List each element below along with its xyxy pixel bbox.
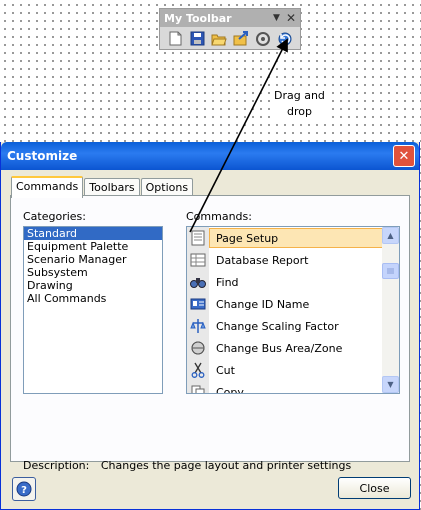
- close-icon[interactable]: ✕: [393, 145, 415, 167]
- category-item[interactable]: All Commands: [24, 292, 162, 305]
- command-item-change-scaling[interactable]: Change Scaling Factor: [187, 315, 384, 337]
- close-icon[interactable]: ✕: [286, 11, 296, 25]
- open-icon[interactable]: [210, 30, 228, 47]
- floating-toolbar[interactable]: My Toolbar ▼ ✕: [159, 8, 301, 50]
- description-label: Description:: [23, 459, 90, 472]
- categories-list[interactable]: Standard Equipment Palette Scenario Mana…: [23, 226, 163, 394]
- category-item[interactable]: Scenario Manager: [24, 253, 162, 266]
- copy-icon: [187, 381, 209, 393]
- svg-text:?: ?: [21, 485, 27, 496]
- command-label: Change ID Name: [216, 297, 310, 311]
- scaling-icon: [187, 315, 209, 337]
- new-icon[interactable]: [166, 30, 184, 47]
- customize-dialog: Customize ✕ Commands Toolbars Options Ca…: [0, 142, 420, 510]
- command-item-copy[interactable]: Copy: [187, 381, 384, 394]
- close-button[interactable]: Close: [338, 477, 411, 499]
- command-item-find[interactable]: Find: [187, 271, 384, 293]
- commands-scrollbar[interactable]: ▲ ▼: [382, 227, 399, 393]
- command-label: Cut: [216, 363, 235, 377]
- help-button[interactable]: ?: [12, 477, 36, 501]
- toolbar-title: My Toolbar: [164, 11, 232, 25]
- save-icon[interactable]: [188, 30, 206, 47]
- command-item-cut[interactable]: Cut: [187, 359, 384, 381]
- scroll-up-icon[interactable]: ▲: [382, 227, 399, 244]
- dialog-titlebar[interactable]: Customize ✕: [1, 142, 419, 170]
- command-label: Copy: [216, 385, 244, 394]
- toolbar-titlebar[interactable]: My Toolbar ▼ ✕: [160, 9, 300, 27]
- command-item-page-setup[interactable]: Page Setup: [187, 227, 384, 249]
- command-item-database-report[interactable]: Database Report: [187, 249, 384, 271]
- refresh-icon[interactable]: [254, 30, 272, 47]
- globe-icon: [187, 337, 209, 359]
- drag-drop-label: Drag and drop: [272, 88, 327, 120]
- tab-panel: Categories: Standard Equipment Palette S…: [10, 195, 410, 472]
- category-item[interactable]: Subsystem: [24, 266, 162, 279]
- drag-label-line2: drop: [286, 105, 312, 118]
- category-item[interactable]: Standard: [24, 227, 162, 240]
- scroll-thumb[interactable]: [382, 263, 399, 279]
- category-item[interactable]: Drawing: [24, 279, 162, 292]
- chevron-down-icon[interactable]: ▼: [273, 13, 280, 23]
- command-label: Change Scaling Factor: [216, 319, 339, 333]
- run-icon[interactable]: [276, 30, 294, 47]
- description-row: Description: Changes the page layout and…: [23, 459, 351, 472]
- command-label: Change Bus Area/Zone: [216, 341, 343, 355]
- database-report-icon: [187, 249, 209, 271]
- page-setup-icon: [187, 227, 209, 249]
- id-card-icon: [187, 293, 209, 315]
- dialog-title: Customize: [7, 149, 78, 163]
- scroll-down-icon[interactable]: ▼: [382, 376, 399, 393]
- command-item-change-id[interactable]: Change ID Name: [187, 293, 384, 315]
- description-text: Changes the page layout and printer sett…: [100, 459, 352, 472]
- export-icon[interactable]: [232, 30, 250, 47]
- category-item[interactable]: Equipment Palette: [24, 240, 162, 253]
- help-icon: ?: [16, 481, 32, 497]
- drag-label-line1: Drag and: [274, 89, 325, 102]
- command-label: Database Report: [216, 253, 309, 267]
- commands-label: Commands:: [186, 210, 252, 223]
- categories-label: Categories:: [23, 210, 86, 223]
- scissors-icon: [187, 359, 209, 381]
- command-label: Page Setup: [216, 231, 279, 245]
- binoculars-icon: [187, 271, 209, 293]
- command-label: Find: [216, 275, 239, 289]
- commands-list[interactable]: Page Setup Database Report Find Change I…: [186, 226, 400, 394]
- command-item-change-bus-area[interactable]: Change Bus Area/Zone: [187, 337, 384, 359]
- tab-commands[interactable]: Commands: [11, 176, 84, 198]
